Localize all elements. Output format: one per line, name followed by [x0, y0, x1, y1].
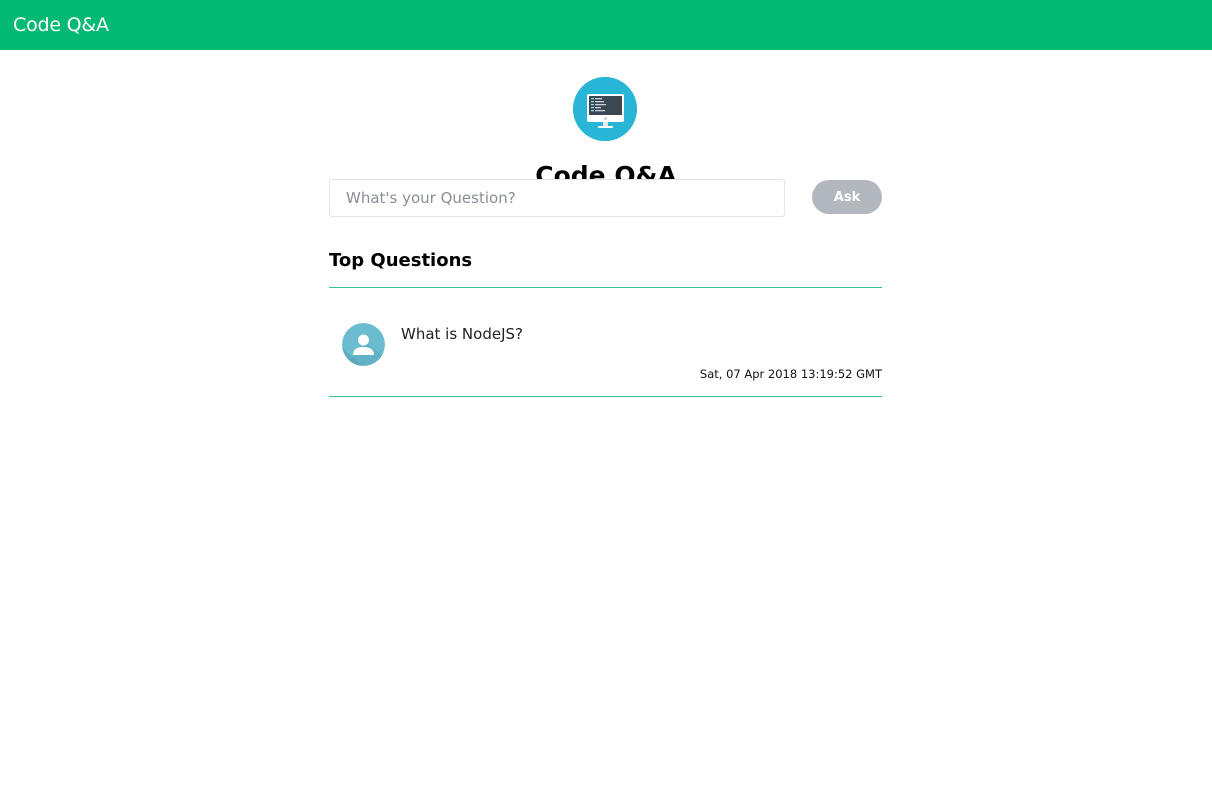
navbar-brand[interactable]: Code Q&A	[13, 14, 109, 36]
question-text[interactable]: What is NodeJS?	[401, 325, 523, 343]
user-avatar-icon	[342, 323, 385, 366]
question-input[interactable]	[329, 179, 785, 217]
ask-button[interactable]: Ask	[812, 180, 882, 214]
computer-monitor-icon	[573, 77, 637, 141]
bottom-divider	[329, 396, 882, 397]
top-divider	[329, 287, 882, 288]
top-navbar: Code Q&A	[0, 0, 1212, 50]
question-timestamp: Sat, 07 Apr 2018 13:19:52 GMT	[699, 367, 882, 381]
question-list-item[interactable]: What is NodeJS? Sat, 07 Apr 2018 13:19:5…	[329, 298, 882, 394]
top-questions-heading: Top Questions	[329, 250, 473, 271]
